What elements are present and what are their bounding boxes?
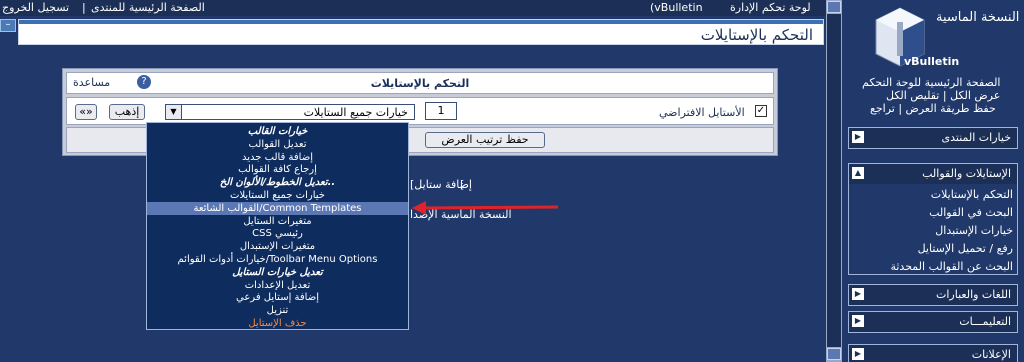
- red-arrow-annotation: [412, 201, 559, 215]
- header-accent-bar: [19, 20, 823, 24]
- main-frame: تسجيل الخروج | الصفحة الرئيسية للمنتدى (…: [0, 0, 826, 362]
- dropdown-option[interactable]: CSS رئيسي: [147, 227, 408, 240]
- dropdown-option[interactable]: إضافة إستايل فرعي: [147, 291, 408, 304]
- sidebar-item-upload-style[interactable]: رفع / تحميل الإستايل: [918, 242, 1013, 255]
- expand-icon[interactable]: ▶: [852, 348, 864, 360]
- dropdown-option[interactable]: متغيرات الستايل: [147, 215, 408, 228]
- sidebar-item-style-manager[interactable]: التحكم بالإستايلات: [931, 188, 1013, 201]
- panel-title-bar: مساعدة ? التحكم بالإستايلات: [66, 72, 774, 94]
- help-header: ▶ التعليمـــات: [849, 312, 1017, 332]
- logo-subtitle: vBulletin: [904, 55, 960, 68]
- dropdown-option[interactable]: تعديل الإعدادات: [147, 279, 408, 292]
- forum-options-header: ▶ خيارات المنتدى: [849, 128, 1017, 148]
- dropdown-option[interactable]: متغيرات الإستبدال: [147, 240, 408, 253]
- scroll-up-icon[interactable]: [827, 1, 841, 13]
- expand-icon[interactable]: ▶: [852, 315, 864, 327]
- select-value: خيارات جميع الستايلات: [303, 106, 408, 119]
- chevron-down-icon[interactable]: ▼: [166, 105, 182, 119]
- sidebar-item-updated-templates[interactable]: البحث عن القوالب المحدثة: [890, 260, 1013, 273]
- dropdown-group-label: تعديل خيارات الستايل: [232, 266, 323, 278]
- forum-options-label[interactable]: خيارات المنتدى: [942, 131, 1011, 144]
- sidebar: النسخة الماسية vBulletin الصفحة الرئيسية…: [842, 0, 1024, 362]
- forum-options-section[interactable]: ▶ خيارات المنتدى: [848, 127, 1018, 149]
- languages-header: ▶ اللغات والعبارات: [849, 285, 1017, 305]
- scroll-down-icon[interactable]: [827, 348, 841, 360]
- dropdown-group-label: خيارات القالب: [247, 126, 308, 137]
- bracket-text: [: [460, 178, 465, 191]
- style-row: «» إذهب خيارات جميع الستايلات ▼ 1 الأستا…: [66, 97, 774, 125]
- cp-home-link[interactable]: الصفحة الرئيسية للوحة التحكم: [862, 76, 1000, 89]
- help-section-label[interactable]: التعليمـــات: [959, 315, 1011, 328]
- ads-label[interactable]: الإعلانات: [972, 348, 1011, 361]
- languages-section[interactable]: ▶ اللغات والعبارات: [848, 284, 1018, 306]
- page-header: التحكم بالإستايلات: [18, 19, 824, 45]
- sidebar-item-search-templates[interactable]: البحث في القوالب: [929, 206, 1013, 219]
- ads-section[interactable]: ▶ الإعلانات: [848, 344, 1018, 362]
- dropdown-option[interactable]: القوالب الشائعة/Common Templates: [147, 201, 408, 215]
- minimize-button[interactable]: –: [0, 19, 16, 32]
- styles-section-label[interactable]: الإستايلات والقوالب: [922, 167, 1011, 180]
- page-title: التحكم بالإستايلات: [700, 26, 813, 44]
- sidebar-item-replacement-options[interactable]: خيارات الإستبدال: [935, 224, 1013, 237]
- panel-title: التحكم بالإستايلات: [370, 77, 470, 90]
- brand-text: (vBulletin: [650, 1, 703, 14]
- dropdown-option[interactable]: تعديل القوالب: [147, 138, 408, 151]
- help-section[interactable]: ▶ التعليمـــات: [848, 311, 1018, 333]
- styles-section: ▲ الإستايلات والقوالب التحكم بالإستايلات…: [848, 163, 1018, 275]
- dropdown-option[interactable]: تنزيل: [147, 304, 408, 317]
- languages-label[interactable]: اللغات والعبارات: [936, 288, 1011, 301]
- save-view-links[interactable]: حفظ طريقة العرض | تراجع: [870, 102, 996, 115]
- display-order-input[interactable]: 1: [425, 102, 457, 120]
- dropdown-option[interactable]: خيارات جميع الستايلات: [147, 189, 408, 202]
- logout-link[interactable]: تسجيل الخروج: [2, 1, 69, 14]
- default-style-label: الأستايل الافتراضي: [659, 106, 745, 119]
- expand-button[interactable]: «»: [75, 104, 97, 120]
- dropdown-group-label: تعديل الخطوط/الألوان الخ..: [219, 177, 336, 189]
- logo-title: النسخة الماسية: [936, 10, 1020, 25]
- collapse-icon[interactable]: ▲: [852, 167, 864, 179]
- dropdown-option[interactable]: إرجاع كافة القوالب: [147, 163, 408, 176]
- top-bar: تسجيل الخروج | الصفحة الرئيسية للمنتدى (…: [0, 0, 826, 16]
- style-options-select[interactable]: خيارات جميع الستايلات ▼: [165, 104, 415, 120]
- dropdown-option[interactable]: حذف الإستايل: [147, 317, 408, 330]
- forum-home-link[interactable]: الصفحة الرئيسية للمنتدى: [91, 1, 205, 14]
- expand-collapse-links[interactable]: عرض الكل | تقليص الكل: [886, 89, 1000, 102]
- admin-cp-link[interactable]: لوحة تحكم الإدارة: [730, 1, 811, 14]
- dropdown-option[interactable]: إضافة قالب جديد: [147, 151, 408, 164]
- scroll-track[interactable]: [827, 14, 841, 347]
- save-display-order-button[interactable]: حفظ ترتيب العرض: [425, 132, 545, 148]
- expand-icon[interactable]: ▶: [852, 288, 864, 300]
- go-button[interactable]: إذهب: [109, 104, 145, 120]
- ads-header: ▶ الإعلانات: [849, 345, 1017, 362]
- top-bar-separator: |: [82, 1, 86, 14]
- main-scrollbar[interactable]: [826, 0, 842, 362]
- style-options-dropdown[interactable]: خيارات القالب تعديل القوالب إضافة قالب جدي…: [146, 122, 409, 330]
- styles-header: ▲ الإستايلات والقوالب: [849, 164, 1017, 184]
- expand-icon[interactable]: ▶: [852, 131, 864, 143]
- default-style-checkbox[interactable]: ✓: [755, 105, 767, 117]
- dropdown-option[interactable]: خيارات أدوات القوائم/Toolbar Menu Option…: [147, 253, 408, 266]
